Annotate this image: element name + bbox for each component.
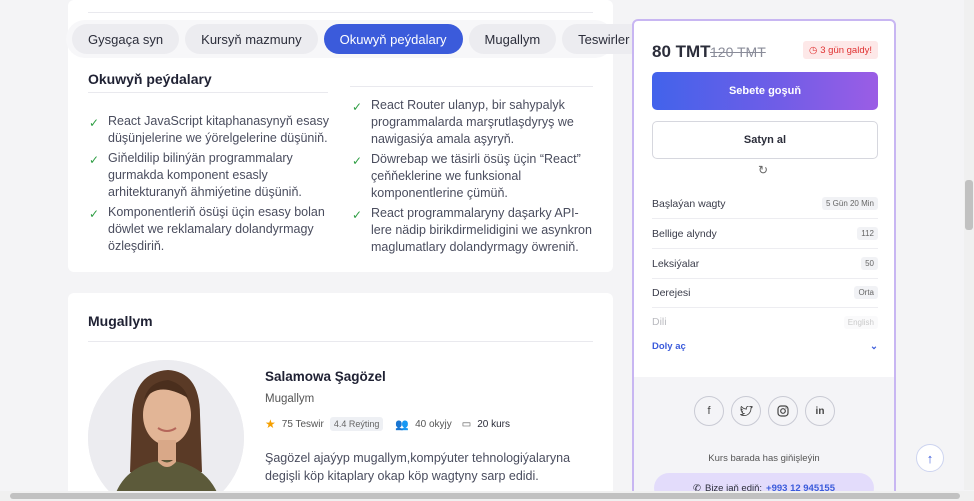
clock-icon: ◷ (808, 44, 818, 56)
show-more-label: Doly aç (652, 341, 686, 352)
days-left-text: 3 gün galdy! (820, 44, 872, 56)
facebook-icon[interactable]: f (694, 396, 724, 426)
divider (88, 12, 593, 13)
teacher-description: Şagözel ajaýyp mugallym,kompýuter tehnol… (265, 451, 571, 483)
check-icon: ✓ (352, 208, 363, 222)
info-label: Leksiýalar (652, 257, 700, 270)
check-icon: ✓ (352, 100, 363, 114)
tab-overview[interactable]: Gysgaça syn (72, 24, 180, 54)
course-tabs: Gysgaça syn Kursyň mazmuny Okuwyň peýdal… (66, 20, 646, 58)
video-icon: ▭ (461, 418, 472, 430)
divider (350, 86, 593, 87)
info-label: Başlaýan wagty (652, 197, 726, 210)
users-icon: 👥 (395, 418, 410, 431)
check-icon: ✓ (89, 153, 100, 167)
arrow-up-icon: ↑ (926, 450, 934, 466)
buy-button[interactable]: Satyn al (652, 121, 878, 159)
info-row-lectures: Leksiýalar 50 (652, 249, 878, 279)
old-price: 120 TMT (710, 44, 766, 60)
info-value: 112 (857, 227, 878, 240)
benefits-title: Okuwyň peýdalary (88, 71, 212, 87)
info-label: Derejesi (652, 286, 691, 299)
twitter-icon[interactable] (731, 396, 761, 426)
info-row-start: Başlaýan wagty 5 Gün 20 Min (652, 189, 878, 219)
info-value: 50 (861, 257, 878, 270)
linkedin-icon[interactable]: in (805, 396, 835, 426)
info-row-language: Dili English (652, 307, 878, 337)
back-to-top-button[interactable]: ↑ (916, 444, 944, 472)
chevron-down-icon: ⌄ (870, 341, 878, 352)
current-price: 80 TMT (652, 42, 711, 61)
vertical-scroll-thumb[interactable] (965, 180, 973, 230)
teacher-section-title: Mugallym (88, 313, 153, 329)
info-row-level: Derejesi Orta (652, 278, 878, 308)
benefits-list-left: ✓ React JavaScript kitaphanasynyň esasy … (89, 113, 329, 258)
benefit-text: Giňeldilip bilinýän programmalary gurmak… (108, 151, 302, 199)
check-icon: ✓ (89, 116, 100, 130)
teacher-role: Mugallym (265, 393, 315, 405)
star-icon: ★ (265, 417, 276, 431)
benefit-item: ✓ React JavaScript kitaphanasynyň esasy … (89, 113, 329, 147)
benefit-text: React programmalaryny daşarky API-lere n… (371, 206, 592, 254)
vertical-scrollbar[interactable] (964, 0, 974, 490)
benefit-item: ✓ React programmalaryny daşarky API-lere… (352, 205, 597, 256)
info-row-enrolled: Bellige alyndy 112 (652, 219, 878, 249)
add-to-cart-button[interactable]: Sebete goşuň (652, 72, 878, 110)
horizontal-scroll-thumb[interactable] (10, 493, 960, 499)
benefit-item: ✓ Giňeldilip bilinýän programmalary gurm… (89, 150, 329, 201)
benefit-text: React Router ulanyp, bir sahypalyk progr… (371, 98, 574, 146)
horizontal-scrollbar[interactable] (0, 491, 974, 501)
show-more-toggle[interactable]: Doly aç ⌄ (652, 341, 878, 352)
info-value: 5 Gün 20 Min (821, 197, 878, 210)
benefit-item: ✓ Komponentleriň ösüşi üçin esasy bolan … (89, 204, 329, 255)
divider (88, 92, 328, 93)
teacher-stats: ★ 75 Teswir 4.4 Reýting 👥 40 okyjy ▭ 20 … (265, 417, 510, 431)
benefit-text: React JavaScript kitaphanasynyň esasy dü… (108, 114, 329, 145)
check-icon: ✓ (352, 154, 363, 168)
check-icon: ✓ (89, 207, 100, 221)
purchase-sidebar: 80 TMT 120 TMT ◷ 3 gün galdy! Sebete goş… (632, 19, 896, 501)
teacher-rating: 4.4 Reýting (329, 417, 384, 431)
benefit-text: Döwrebap we täsirli ösüş üçin “React” çe… (371, 152, 581, 200)
instagram-icon[interactable] (768, 396, 798, 426)
social-links: f in (694, 396, 835, 426)
info-value: English (843, 315, 878, 329)
benefit-item: ✓ React Router ulanyp, bir sahypalyk pro… (352, 97, 597, 148)
contact-section: f in Kurs barada has giňişleýin ✆ Bize j… (634, 377, 894, 501)
benefit-item: ✓ Döwrebap we täsirli ösüş üçin “React” … (352, 151, 597, 202)
benefits-list-right: ✓ React Router ulanyp, bir sahypalyk pro… (352, 97, 597, 259)
info-label: Dili (652, 316, 667, 328)
tab-content[interactable]: Kursyň mazmuny (185, 24, 318, 54)
contact-text: Kurs barada has giňişleýin (708, 453, 820, 464)
tab-benefits[interactable]: Okuwyň peýdalary (323, 24, 463, 54)
teacher-courses: 20 kurs (477, 418, 510, 430)
days-left-badge: ◷ 3 gün galdy! (802, 41, 878, 59)
divider (88, 341, 593, 342)
teacher-students: 40 okyjy (415, 418, 452, 430)
info-label: Bellige alyndy (652, 227, 717, 240)
benefit-text: Komponentleriň ösüşi üçin esasy bolan dö… (108, 205, 325, 253)
teacher-reviews: 75 Teswir (281, 418, 324, 430)
teacher-name[interactable]: Salamowa Şagözel (265, 369, 386, 384)
tab-teacher[interactable]: Mugallym (468, 24, 557, 54)
refresh-icon[interactable]: ↻ (758, 163, 768, 177)
info-value: Orta (854, 286, 878, 299)
